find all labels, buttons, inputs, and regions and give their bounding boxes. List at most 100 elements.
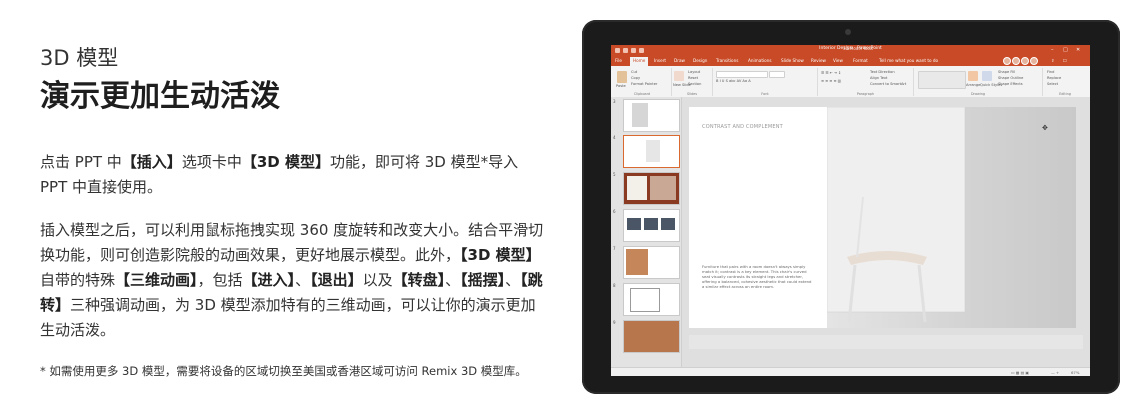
text-direction-button[interactable]: Text Direction — [870, 70, 895, 74]
group-label: Clipboard — [633, 92, 651, 96]
tab-transitions[interactable]: Transitions — [716, 58, 738, 63]
photo-image — [650, 176, 676, 200]
tablet-device: Interior Design - PowerPoint 3D Model To… — [582, 20, 1120, 394]
tab-view[interactable]: View — [833, 58, 843, 63]
p2-3d-animation: 【三维动画】 — [115, 271, 198, 289]
align-text-button[interactable]: Align Text — [870, 76, 887, 80]
group-label: Slides — [686, 92, 698, 96]
section-button[interactable]: Section — [688, 82, 701, 86]
minimize-icon[interactable]: – — [1051, 47, 1054, 53]
p2-text: ，包括 — [197, 271, 243, 289]
quick-styles-icon[interactable] — [982, 71, 992, 81]
align-buttons[interactable]: ≡ ≡ ≡ ≡ ▥ — [821, 79, 841, 83]
comments-icon[interactable]: ☐ — [1063, 58, 1067, 63]
font-name-select[interactable] — [716, 71, 768, 78]
reset-button[interactable]: Reset — [688, 76, 698, 80]
zoom-level[interactable]: 67% — [1071, 370, 1079, 375]
cut-button[interactable]: Cut — [631, 70, 637, 74]
avatar[interactable] — [1021, 57, 1029, 65]
slides-group: New Slide Layout Reset Section Slides — [672, 68, 713, 96]
tab-draw[interactable]: Draw — [674, 58, 685, 63]
tile — [627, 218, 641, 230]
avatar[interactable] — [1003, 57, 1011, 65]
slide-number: 3 — [613, 99, 616, 104]
avatar[interactable] — [1012, 57, 1020, 65]
p2-enter: 【进入】 — [242, 271, 296, 289]
format-painter-button[interactable]: Format Painter — [631, 82, 657, 86]
close-icon[interactable]: ✕ — [1076, 47, 1080, 53]
tab-slide-show[interactable]: Slide Show — [781, 58, 804, 63]
convert-smartart-button[interactable]: Convert to SmartArt — [870, 82, 906, 86]
feature-paragraph-1: 点击 PPT 中【插入】选项卡中【3D 模型】功能，即可将 3D 模型*导入 P… — [40, 150, 550, 200]
title-bar: Interior Design - PowerPoint 3D Model To… — [611, 45, 1090, 56]
list-buttons[interactable]: ☰ ☰ ⇤ ⇥ ↕ — [821, 71, 841, 75]
feature-eyebrow: 3D 模型 — [40, 46, 119, 70]
slide-thumbnail[interactable] — [623, 320, 680, 353]
replace-button[interactable]: Replace — [1047, 76, 1061, 80]
slide-thumbnails-pane: 3 4 5 6 7 8 9 — [611, 97, 682, 367]
p2-text: 、 — [295, 271, 311, 289]
slide-thumbnail[interactable] — [623, 172, 680, 205]
shape-outline-button[interactable]: Shape Outline — [998, 76, 1023, 80]
ribbon-tabs: File Home Insert Draw Design Transitions… — [611, 56, 1090, 66]
slide-body-text[interactable]: Furniture that pairs with a room doesn't… — [702, 264, 812, 289]
slide-number: 5 — [613, 172, 616, 177]
tab-insert[interactable]: Insert — [654, 58, 666, 63]
3d-model-chair[interactable] — [826, 106, 1076, 328]
tab-format[interactable]: Format — [853, 58, 868, 63]
p2-text: 、 — [445, 271, 461, 289]
shape-effects-button[interactable]: Shape Effects — [998, 82, 1023, 86]
find-button[interactable]: Find — [1047, 70, 1054, 74]
copy-button[interactable]: Copy — [631, 76, 640, 80]
p2-3d-model: 【3D 模型】 — [460, 246, 541, 264]
layout-button[interactable]: Layout — [688, 70, 700, 74]
tell-me-search[interactable]: Tell me what you want to do — [879, 58, 938, 63]
notes-pane[interactable] — [689, 335, 1083, 349]
feature-text-column: 3D 模型 演示更加生动活泼 点击 PPT 中【插入】选项卡中【3D 模型】功能… — [40, 44, 560, 391]
zoom-slider[interactable]: — + — [1051, 370, 1059, 375]
slide-thumbnail[interactable] — [623, 209, 680, 242]
slide-thumbnail[interactable] — [623, 283, 680, 316]
font-style-buttons[interactable]: B I U S abc AV Aa A — [716, 79, 751, 83]
slide-thumbnail[interactable] — [623, 246, 680, 279]
feature-paragraph-2: 插入模型之后，可以利用鼠标拖拽实现 360 度旋转和改变大小。结合平滑切换功能，… — [40, 218, 550, 343]
powerpoint-window: Interior Design - PowerPoint 3D Model To… — [611, 45, 1090, 376]
status-bar: ▭ ▦ ▤ ▣ — + 67% — [611, 367, 1090, 376]
p2-text: 以及 — [362, 271, 393, 289]
select-button[interactable]: Select — [1047, 82, 1058, 86]
arrange-icon[interactable] — [968, 71, 978, 81]
current-slide[interactable]: CONTRAST AND COMPLEMENT Furniture that p… — [689, 106, 1076, 328]
p2-turntable: 【转盘】 — [392, 271, 446, 289]
tab-file[interactable]: File — [615, 58, 622, 63]
new-slide-icon[interactable] — [674, 71, 684, 81]
camera-icon — [845, 29, 851, 35]
tab-review[interactable]: Review — [811, 58, 826, 63]
avatar[interactable] — [1030, 57, 1038, 65]
slide-number: 9 — [613, 320, 616, 325]
slide-thumbnail-selected[interactable] — [623, 135, 680, 168]
p2-text: 、 — [505, 271, 521, 289]
chair-image — [632, 103, 648, 127]
move-cursor-icon: ✥ — [1042, 124, 1048, 132]
tab-design[interactable]: Design — [693, 58, 707, 63]
slide-thumbnail[interactable] — [623, 99, 680, 132]
p1-text: 选项卡中 — [181, 153, 242, 171]
tile — [644, 218, 658, 230]
shape-fill-button[interactable]: Shape Fill — [998, 70, 1015, 74]
tab-animations[interactable]: Animations — [748, 58, 772, 63]
tile — [661, 218, 675, 230]
paste-icon[interactable] — [617, 71, 627, 83]
paste-label[interactable]: Paste — [616, 84, 626, 88]
arrange-button[interactable]: Arrange — [966, 83, 980, 87]
p1-3d-model: 【3D 模型】 — [241, 153, 330, 171]
shapes-gallery[interactable] — [918, 71, 966, 89]
maximize-icon[interactable]: □ — [1063, 47, 1068, 53]
view-buttons[interactable]: ▭ ▦ ▤ ▣ — [1011, 370, 1029, 375]
p1-text: 点击 PPT 中 — [40, 153, 122, 171]
tab-home[interactable]: Home — [630, 57, 649, 66]
group-label: Editing — [1059, 92, 1071, 96]
share-icon[interactable]: ⇪ — [1051, 58, 1055, 63]
slide-heading[interactable]: CONTRAST AND COMPLEMENT — [702, 124, 783, 130]
font-size-select[interactable] — [769, 71, 785, 78]
chair-3d-model-graphic — [826, 106, 966, 323]
